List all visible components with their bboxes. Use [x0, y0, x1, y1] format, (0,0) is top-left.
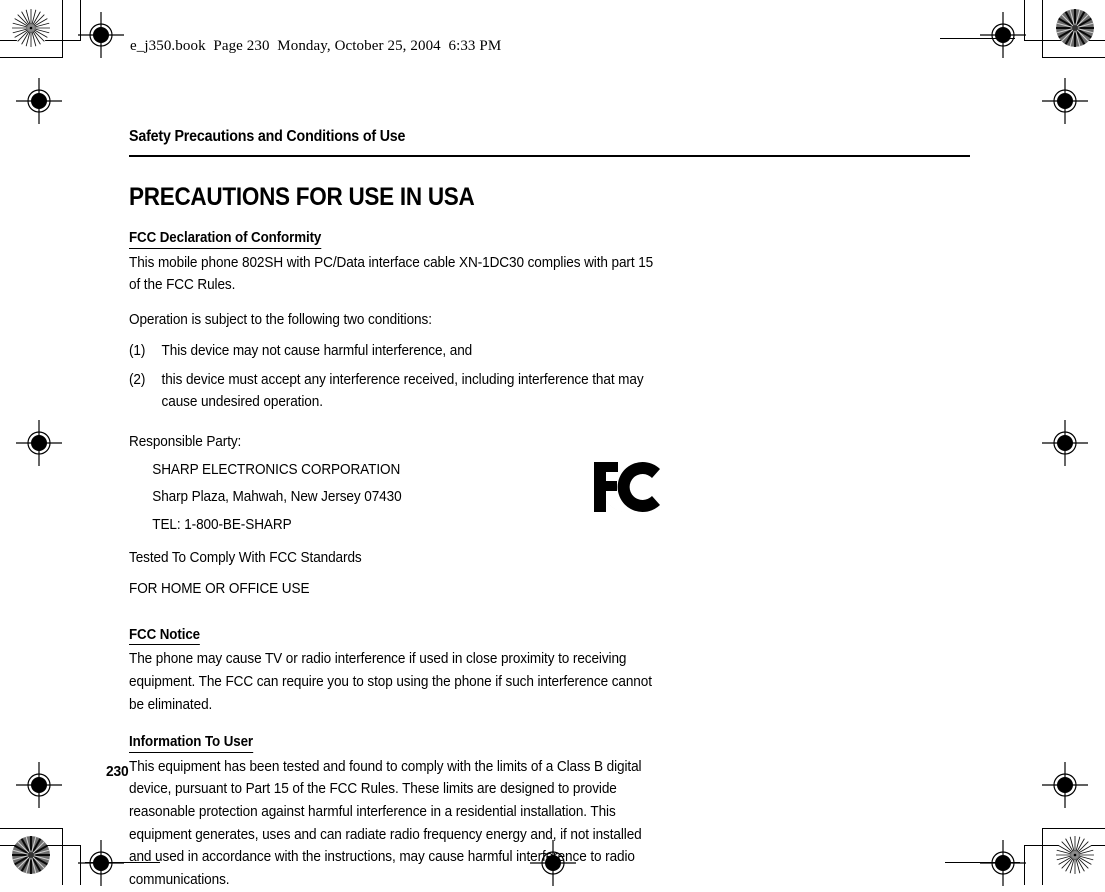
compliance-line-tested: Tested To Comply With FCC Standards	[129, 550, 362, 567]
registration-target-icon	[16, 420, 62, 466]
trim-line-right-outer	[1042, 0, 1043, 57]
trim-line-top-left-outer	[0, 57, 63, 58]
registration-target-icon	[1042, 762, 1088, 808]
center-bleed-rule-top-left	[940, 38, 1015, 39]
registration-target-icon	[16, 78, 62, 124]
section-fcc-notice: FCC Notice The phone may cause TV or rad…	[129, 609, 665, 717]
star-density-target-icon	[12, 836, 50, 874]
responsible-party-phone: TEL: 1-800-BE-SHARP	[152, 516, 292, 533]
list-item: (1) This device may not cause harmful in…	[129, 341, 665, 370]
trim-line-right-outer-bottom	[1042, 828, 1043, 885]
star-density-target-icon	[1056, 836, 1094, 874]
running-head: Safety Precautions and Conditions of Use	[129, 128, 406, 145]
fcc-declaration-paragraph-1: This mobile phone 802SH with PC/Data int…	[129, 254, 654, 294]
trim-line-left-outer	[62, 0, 63, 57]
responsible-party-label: Responsible Party:	[129, 434, 242, 451]
list-item-number: (2)	[129, 372, 146, 389]
list-item-text: this device must accept any interference…	[161, 372, 644, 411]
section-heading-fcc-notice: FCC Notice	[129, 609, 200, 646]
registration-target-icon	[78, 840, 124, 886]
page-number: 230	[106, 763, 129, 780]
star-density-target-icon	[12, 9, 50, 47]
trim-line-bottom-right-outer	[1042, 828, 1105, 829]
section-heading-fcc-declaration: FCC Declaration of Conformity	[129, 212, 321, 249]
trim-line-bottom-left-outer	[0, 828, 63, 829]
list-item-text: This device may not cause harmful interf…	[161, 343, 473, 360]
list-item-number: (1)	[129, 343, 146, 360]
print-file-header: e_j350.book Page 230 Monday, October 25,…	[130, 38, 502, 54]
trim-line-left-outer-bottom	[62, 828, 63, 885]
responsible-party-company: SHARP ELECTRONICS CORPORATION	[152, 461, 401, 478]
compliance-line-use: FOR HOME OR OFFICE USE	[129, 581, 310, 598]
trim-line-top-right-outer	[1042, 57, 1105, 58]
list-item: (2) this device must accept any interfer…	[129, 370, 665, 421]
registration-target-icon	[1042, 78, 1088, 124]
registration-target-icon	[1042, 420, 1088, 466]
star-density-target-icon	[1056, 9, 1094, 47]
page-title: PRECAUTIONS FOR USE IN USA	[129, 183, 475, 212]
fcc-logo-icon	[592, 460, 664, 514]
fcc-conditions-list: (1) This device may not cause harmful in…	[129, 331, 665, 421]
compliance-statement-block: Tested To Comply With FCC Standards FOR …	[129, 541, 665, 608]
section-fcc-declaration: FCC Declaration of Conformity This mobil…	[129, 212, 665, 609]
section-heading-information-to-user: Information To User	[129, 716, 253, 753]
fcc-notice-paragraph: The phone may cause TV or radio interfer…	[129, 651, 652, 713]
registration-target-icon	[16, 762, 62, 808]
responsible-party-block: Responsible Party: SHARP ELECTRONICS COR…	[129, 421, 665, 541]
registration-target-icon	[78, 12, 124, 58]
information-to-user-paragraph: This equipment has been tested and found…	[129, 758, 642, 888]
section-information-to-user: Information To User This equipment has b…	[129, 716, 665, 891]
registration-target-icon	[980, 12, 1026, 58]
responsible-party-address: Sharp Plaza, Mahwah, New Jersey 07430	[152, 489, 402, 506]
registration-target-icon	[980, 840, 1026, 886]
body-column: FCC Declaration of Conformity This mobil…	[129, 212, 665, 892]
page-content: Safety Precautions and Conditions of Use…	[129, 128, 974, 892]
fcc-declaration-paragraph-2: Operation is subject to the following tw…	[129, 311, 432, 328]
